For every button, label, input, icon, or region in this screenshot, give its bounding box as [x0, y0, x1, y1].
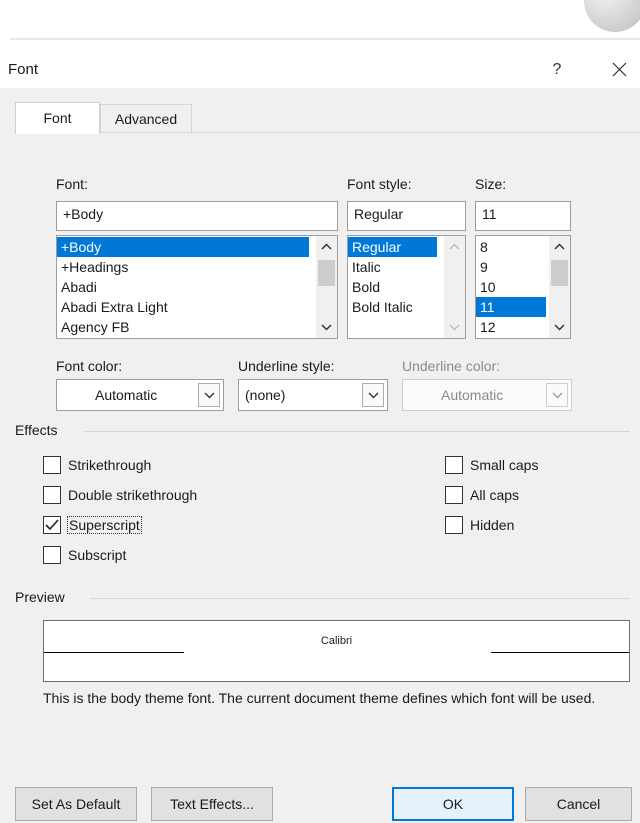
effects-group-rule — [85, 431, 630, 432]
close-icon — [612, 62, 627, 77]
underline-color-value: Automatic — [441, 387, 504, 403]
underline-color-select: Automatic — [402, 379, 572, 411]
list-item[interactable]: 11 — [476, 297, 546, 317]
underline-style-dropdown-button[interactable] — [362, 383, 384, 407]
font-dialog: Font ? Font Advanced Font: +Body +Body +H… — [0, 52, 640, 823]
close-button[interactable] — [604, 55, 634, 85]
chevron-down-icon — [552, 392, 563, 399]
underline-color-dropdown-button — [546, 383, 568, 407]
list-item[interactable]: Abadi — [57, 277, 309, 297]
cancel-button[interactable]: Cancel — [525, 787, 632, 821]
size-input[interactable]: 11 — [475, 201, 571, 231]
chevron-down-icon — [368, 392, 379, 399]
size-list-scrollbar[interactable] — [549, 236, 570, 338]
font-list-scrollbar[interactable] — [316, 236, 337, 338]
effects-group-label: Effects — [15, 422, 64, 438]
help-button[interactable]: ? — [542, 57, 572, 83]
scroll-down-button — [444, 318, 465, 338]
small-caps-checkbox[interactable] — [445, 456, 463, 474]
chevron-up-icon — [321, 243, 332, 250]
small-caps-label[interactable]: Small caps — [470, 457, 538, 473]
scroll-up-button[interactable] — [316, 236, 337, 256]
all-caps-checkbox[interactable] — [445, 486, 463, 504]
chevron-up-icon — [554, 243, 565, 250]
list-item[interactable]: 9 — [476, 257, 546, 277]
font-style-input[interactable]: Regular — [347, 201, 466, 231]
chevron-down-icon — [204, 392, 215, 399]
list-item[interactable]: 8 — [476, 237, 546, 257]
preview-baseline-right — [491, 652, 629, 653]
hidden-label[interactable]: Hidden — [470, 517, 514, 533]
hidden-checkbox[interactable] — [445, 516, 463, 534]
list-item[interactable]: Italic — [348, 257, 437, 277]
list-item[interactable]: Regular — [348, 237, 437, 257]
title-bar: Font ? — [0, 52, 640, 88]
size-list[interactable]: 8 9 10 11 12 — [475, 235, 571, 339]
subscript-checkbox[interactable] — [43, 546, 61, 564]
list-item[interactable]: +Headings — [57, 257, 309, 277]
background-app-strip — [0, 0, 640, 52]
double-strikethrough-label[interactable]: Double strikethrough — [68, 487, 197, 503]
subscript-label[interactable]: Subscript — [68, 547, 126, 563]
list-item[interactable]: +Body — [57, 237, 309, 257]
list-item[interactable]: 10 — [476, 277, 546, 297]
font-style-label: Font style: — [347, 176, 412, 192]
font-style-list-scrollbar — [444, 236, 465, 338]
underline-style-value: (none) — [245, 387, 286, 403]
text-effects-button[interactable]: Text Effects... — [151, 787, 273, 821]
strikethrough-label[interactable]: Strikethrough — [68, 457, 151, 473]
list-item[interactable]: Abadi Extra Light — [57, 297, 309, 317]
tab-advanced[interactable]: Advanced — [100, 104, 192, 132]
dialog-title: Font — [8, 61, 39, 78]
font-color-label: Font color: — [56, 358, 123, 374]
underline-color-label: Underline color: — [402, 358, 501, 374]
underline-style-label: Underline style: — [238, 358, 335, 374]
set-as-default-button[interactable]: Set As Default — [15, 787, 137, 821]
scroll-up-button[interactable] — [549, 236, 570, 256]
scroll-down-button[interactable] — [549, 318, 570, 338]
preview-baseline-left — [44, 652, 184, 653]
chevron-up-icon — [449, 243, 460, 250]
font-input[interactable]: +Body — [56, 201, 338, 231]
scroll-up-button — [444, 236, 465, 256]
preview-description: This is the body theme font. The current… — [43, 690, 596, 706]
font-color-value: Automatic — [95, 387, 158, 403]
superscript-label[interactable]: Superscript — [67, 516, 142, 534]
list-item[interactable]: Bold Italic — [348, 297, 437, 317]
double-strikethrough-checkbox[interactable] — [43, 486, 61, 504]
list-item[interactable]: 12 — [476, 317, 546, 337]
scroll-thumb[interactable] — [551, 260, 568, 286]
size-label: Size: — [475, 176, 507, 192]
font-color-dropdown-button[interactable] — [198, 383, 220, 407]
chevron-down-icon — [449, 324, 460, 331]
ok-button[interactable]: OK — [392, 787, 514, 821]
font-list[interactable]: +Body +Headings Abadi Abadi Extra Light Agen… — [56, 235, 338, 339]
background-app-edge — [10, 0, 640, 40]
all-caps-label[interactable]: All caps — [470, 487, 519, 503]
checkmark-icon — [45, 519, 59, 531]
strikethrough-checkbox[interactable] — [43, 456, 61, 474]
list-item[interactable]: Bold — [348, 277, 437, 297]
scroll-thumb[interactable] — [318, 260, 335, 286]
font-label: Font: — [56, 176, 88, 192]
tab-font[interactable]: Font — [15, 102, 100, 134]
underline-style-select[interactable]: (none) — [238, 379, 388, 411]
scroll-down-button[interactable] — [316, 318, 337, 338]
font-color-select[interactable]: Automatic — [56, 379, 224, 411]
list-item[interactable]: Agency FB — [57, 317, 309, 337]
chevron-down-icon — [554, 324, 565, 331]
superscript-checkbox[interactable] — [43, 516, 61, 534]
preview-group-rule — [90, 598, 630, 599]
font-style-list[interactable]: Regular Italic Bold Bold Italic — [347, 235, 466, 339]
chevron-down-icon — [321, 324, 332, 331]
preview-sample-text: Calibri — [320, 635, 353, 647]
preview-group-label: Preview — [15, 589, 71, 605]
preview-box: Calibri — [43, 620, 630, 682]
